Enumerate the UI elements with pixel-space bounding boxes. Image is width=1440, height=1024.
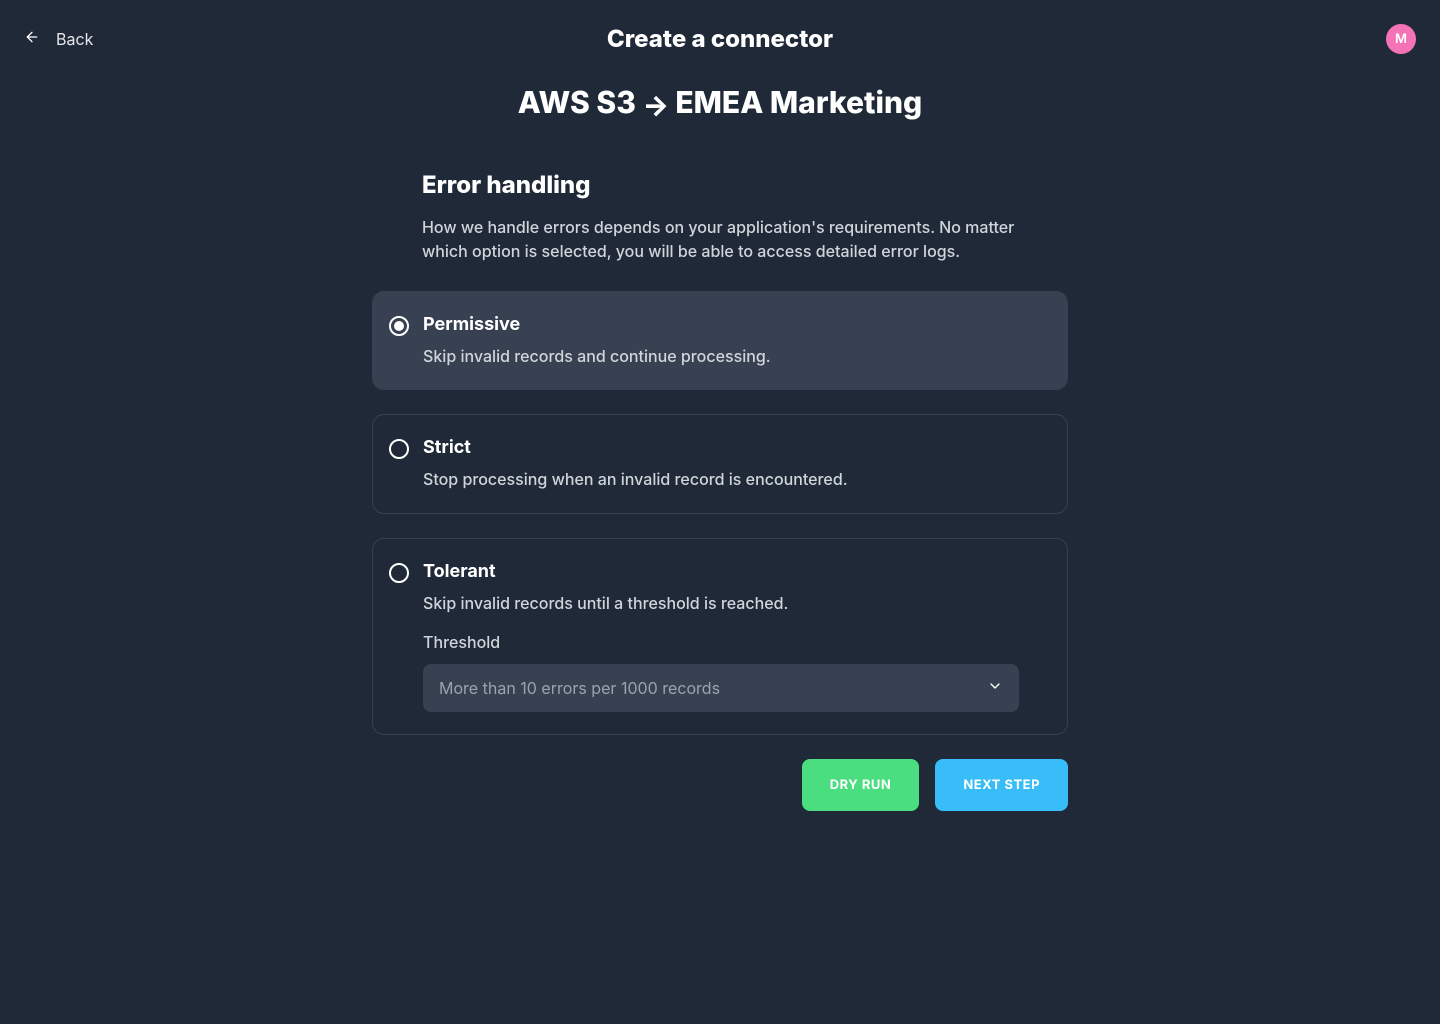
back-button[interactable]: Back (24, 29, 93, 49)
option-body: Tolerant Skip invalid records until a th… (423, 561, 1019, 712)
option-title: Permissive (423, 314, 1019, 335)
back-label: Back (56, 29, 93, 49)
option-tolerant[interactable]: Tolerant Skip invalid records until a th… (372, 538, 1068, 735)
option-description: Stop processing when an invalid record i… (423, 468, 1019, 490)
option-body: Strict Stop processing when an invalid r… (423, 437, 1019, 490)
page-title: Create a connector (24, 24, 1416, 53)
main-content: Error handling How we handle errors depe… (372, 170, 1068, 811)
radio-icon (389, 563, 409, 583)
section-description: How we handle errors depends on your app… (422, 215, 1018, 263)
connector-to: EMEA Marketing (675, 85, 922, 121)
radio-icon (389, 316, 409, 336)
option-description: Skip invalid records and continue proces… (423, 345, 1019, 367)
threshold-label: Threshold (423, 632, 1019, 652)
option-title: Tolerant (423, 561, 1019, 582)
option-strict[interactable]: Strict Stop processing when an invalid r… (372, 414, 1068, 513)
option-description: Skip invalid records until a threshold i… (423, 592, 1019, 614)
connector-subtitle: AWS S3 → EMEA Marketing (24, 85, 1416, 122)
arrow-right-icon: → (642, 88, 675, 122)
arrow-left-icon (24, 29, 40, 49)
section-title: Error handling (422, 170, 1068, 199)
option-permissive[interactable]: Permissive Skip invalid records and cont… (372, 291, 1068, 390)
connector-from: AWS S3 (518, 85, 636, 121)
threshold-select[interactable]: More than 10 errors per 1000 records (423, 664, 1019, 712)
option-title: Strict (423, 437, 1019, 458)
button-row: Dry Run Next Step (372, 759, 1068, 811)
avatar[interactable]: M (1386, 24, 1416, 54)
next-step-button[interactable]: Next Step (935, 759, 1068, 811)
radio-icon (389, 439, 409, 459)
threshold-section: Threshold More than 10 errors per 1000 r… (423, 632, 1019, 712)
dry-run-button[interactable]: Dry Run (802, 759, 920, 811)
option-body: Permissive Skip invalid records and cont… (423, 314, 1019, 367)
threshold-select-wrapper: More than 10 errors per 1000 records (423, 664, 1019, 712)
header: Back Create a connector M (24, 24, 1416, 53)
